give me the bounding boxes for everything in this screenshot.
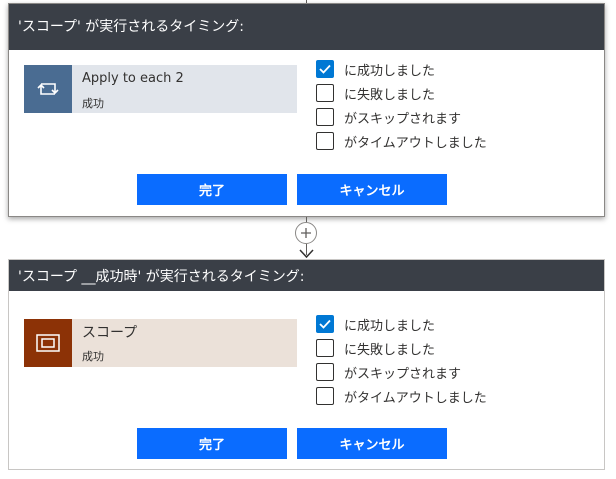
action-card: Apply to each 2 成功 [24,65,297,113]
cancel-button[interactable]: キャンセル [297,174,447,205]
action-status: 成功 [82,350,104,363]
option-label: がスキップされます [344,111,462,127]
arrow-down-icon [299,249,314,259]
action-name: スコープ [82,325,138,341]
option-label: に成功しました [344,63,436,79]
checkbox[interactable] [316,339,334,357]
action-card: スコープ 成功 [24,319,297,367]
cancel-button[interactable]: キャンセル [297,428,447,459]
add-step-button[interactable] [295,222,317,244]
option-label: がタイムアウトしました [344,390,487,406]
option-skipped[interactable]: がスキップされます [316,360,487,384]
loop-icon [24,65,72,113]
panel-header: 'スコープ __成功時' が実行されるタイミング: [9,260,604,291]
panel-header: 'スコープ' が実行されるタイミング: [9,4,604,50]
run-after-options: に成功しました に失敗しました がスキップされます がタイムアウトしました [316,312,487,408]
option-label: に失敗しました [344,87,436,103]
done-button[interactable]: 完了 [137,174,287,205]
option-label: に成功しました [344,318,436,334]
checkbox[interactable] [316,387,334,405]
option-skipped[interactable]: がスキップされます [316,105,487,129]
option-failed[interactable]: に失敗しました [316,81,487,105]
action-status: 成功 [82,97,104,110]
option-succeeded[interactable]: に成功しました [316,57,487,81]
checkbox-checked[interactable] [316,60,334,78]
scope-icon [24,319,72,367]
checkmark-icon [319,64,331,74]
option-label: がタイムアウトしました [344,135,487,151]
option-failed[interactable]: に失敗しました [316,336,487,360]
done-button[interactable]: 完了 [137,428,287,459]
run-after-options: に成功しました に失敗しました がスキップされます がタイムアウトしました [316,57,487,153]
option-label: がスキップされます [344,366,462,382]
action-name: Apply to each 2 [82,71,184,86]
option-timed-out[interactable]: がタイムアウトしました [316,384,487,408]
checkbox-checked[interactable] [316,315,334,333]
checkbox[interactable] [316,108,334,126]
option-timed-out[interactable]: がタイムアウトしました [316,129,487,153]
plus-icon [301,228,311,238]
checkbox[interactable] [316,363,334,381]
run-after-panel-2: 'スコープ __成功時' が実行されるタイミング: スコープ 成功 に成功しまし… [8,259,605,470]
run-after-panel-1: 'スコープ' が実行されるタイミング: Apply to each 2 成功 に… [8,3,605,217]
option-label: に失敗しました [344,342,436,358]
checkbox[interactable] [316,132,334,150]
option-succeeded[interactable]: に成功しました [316,312,487,336]
checkmark-icon [319,319,331,329]
checkbox[interactable] [316,84,334,102]
